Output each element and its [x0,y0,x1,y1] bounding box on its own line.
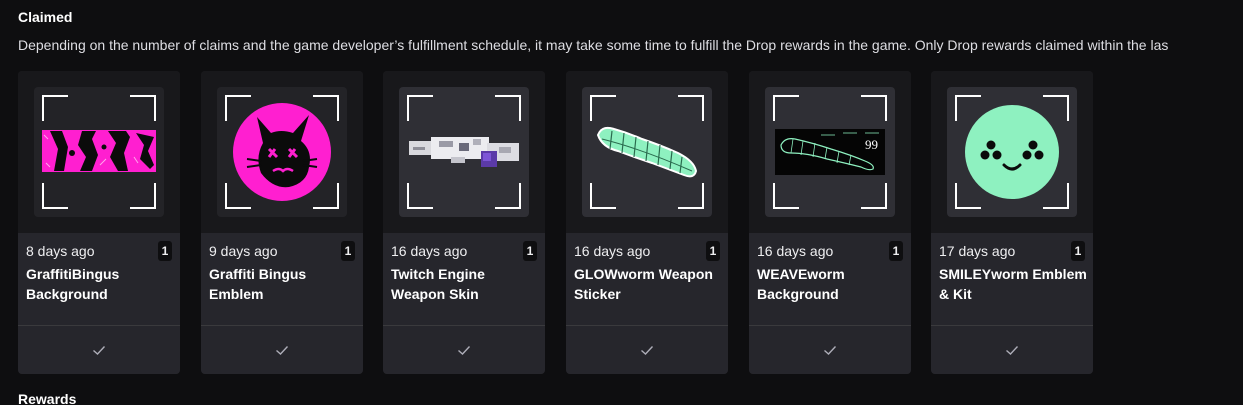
corner-frame [225,95,339,209]
reward-thumbnail [399,87,529,217]
reward-card-info: 17 days ago 1 SMILEYworm Emblem & Kit [931,233,1093,325]
claimed-status-bar [383,325,545,374]
quantity-badge: 1 [889,241,903,261]
claimed-status-bar [749,325,911,374]
reward-card-image-area [201,71,363,233]
claimed-section-description: Depending on the number of claims and th… [18,37,1169,53]
claimed-status-bar [201,325,363,374]
claimed-date: 9 days ago [209,243,278,259]
reward-name: Twitch Engine Weapon Skin [391,266,485,302]
check-icon [641,346,654,355]
quantity-badge: 1 [341,241,355,261]
quantity-badge: 1 [706,241,720,261]
reward-name: GraffitiBingus Background [26,266,120,302]
corner-frame [590,95,704,209]
reward-card[interactable]: 16 days ago 1 GLOWworm Weapon Sticker [566,71,728,374]
reward-card-info: 16 days ago 1 GLOWworm Weapon Sticker [566,233,728,325]
claimed-status-bar [566,325,728,374]
check-icon [1006,346,1019,355]
quantity-badge: 1 [523,241,537,261]
corner-frame [955,95,1069,209]
claimed-status-bar [931,325,1093,374]
reward-card[interactable]: 99 16 days ago 1 WEAVEworm Background [749,71,911,374]
quantity-badge: 1 [1071,241,1085,261]
reward-name: SMILEYworm Emblem & Kit [939,266,1087,302]
claimed-date: 16 days ago [757,243,834,259]
check-icon [458,346,471,355]
reward-card[interactable]: 16 days ago 1 Twitch Engine Weapon Skin [383,71,545,374]
reward-card[interactable]: 9 days ago 1 Graffiti Bingus Emblem [201,71,363,374]
claimed-date: 16 days ago [574,243,651,259]
check-icon [276,346,289,355]
check-icon [93,346,106,355]
reward-card-info: 9 days ago 1 Graffiti Bingus Emblem [201,233,363,325]
claimed-section-title: Claimed [18,9,73,25]
reward-thumbnail [217,87,347,217]
check-icon [824,346,837,355]
corner-frame [42,95,156,209]
reward-thumbnail [34,87,164,217]
claimed-date: 8 days ago [26,243,95,259]
reward-card-info: 16 days ago 1 Twitch Engine Weapon Skin [383,233,545,325]
corner-frame [407,95,521,209]
rewards-section-title: Rewards [18,391,77,405]
reward-card-info: 8 days ago 1 GraffitiBingus Background [18,233,180,325]
reward-name: Graffiti Bingus Emblem [209,266,307,302]
claimed-status-bar [18,325,180,374]
claimed-date: 16 days ago [391,243,468,259]
reward-card-info: 16 days ago 1 WEAVEworm Background [749,233,911,325]
reward-card-image-area [931,71,1093,233]
reward-name: WEAVEworm Background [757,266,845,302]
claimed-date: 17 days ago [939,243,1016,259]
drops-inventory: Claimed Depending on the number of claim… [0,0,1243,405]
quantity-badge: 1 [158,241,172,261]
reward-thumbnail [582,87,712,217]
reward-thumbnail [947,87,1077,217]
reward-card-image-area [566,71,728,233]
reward-card[interactable]: 8 days ago 1 GraffitiBingus Background [18,71,180,374]
reward-card[interactable]: 17 days ago 1 SMILEYworm Emblem & Kit [931,71,1093,374]
reward-thumbnail: 99 [765,87,895,217]
reward-card-image-area: 99 [749,71,911,233]
reward-name: GLOWworm Weapon Sticker [574,266,713,302]
reward-card-image-area [383,71,545,233]
corner-frame [773,95,887,209]
reward-card-image-area [18,71,180,233]
